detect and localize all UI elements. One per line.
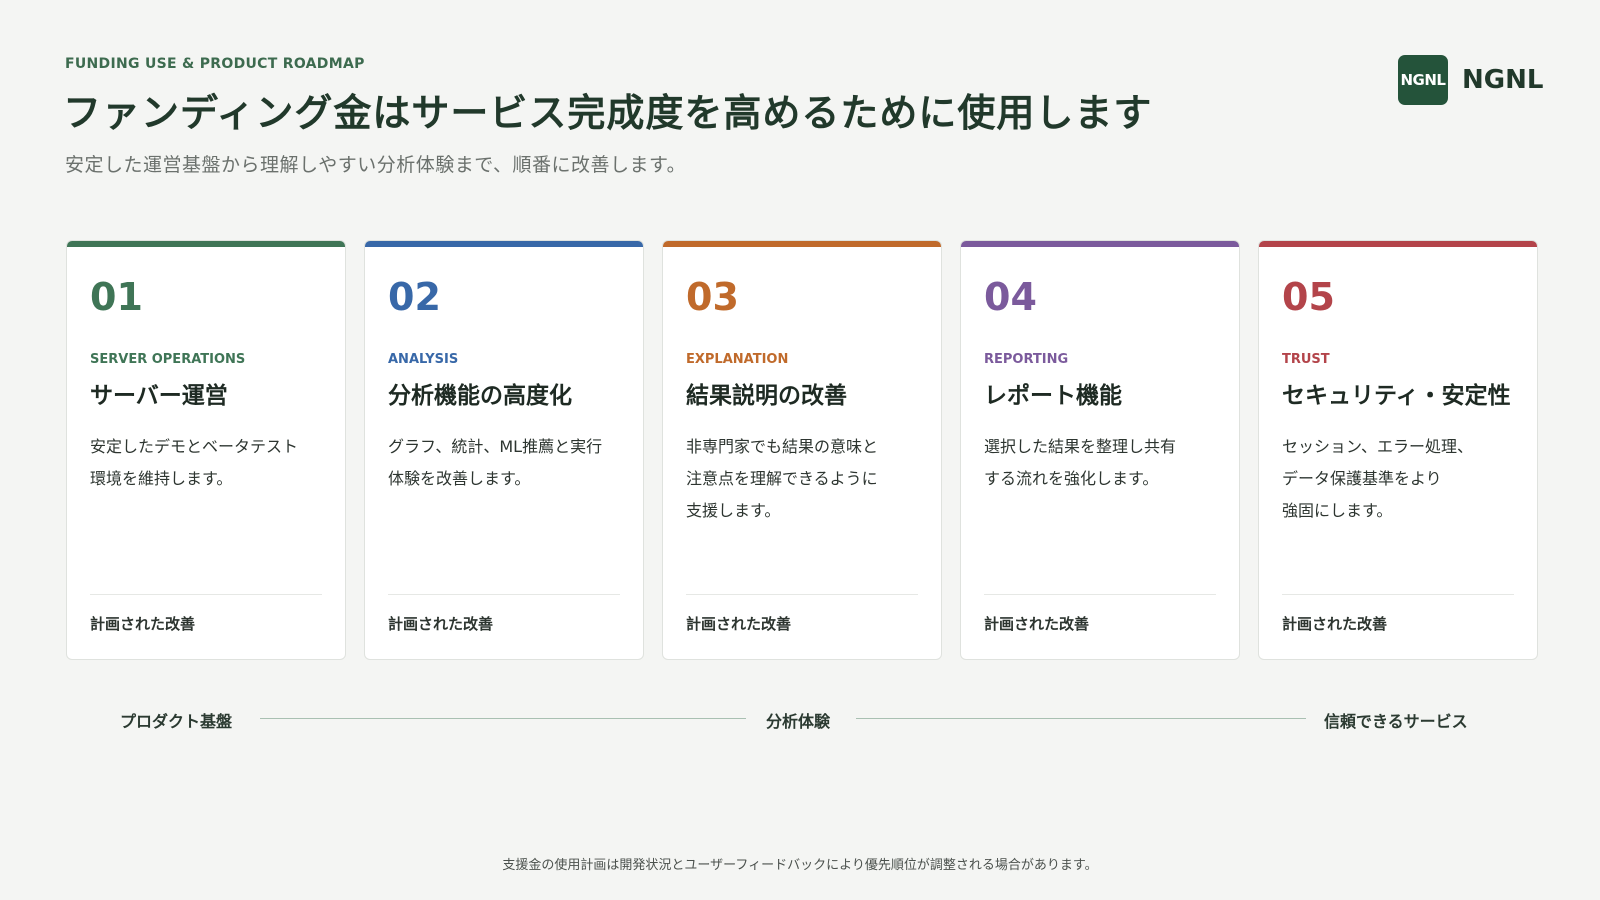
timeline-line bbox=[856, 718, 1306, 719]
card-description: 選択した結果を整理し共有 する流れを強化します。 bbox=[984, 431, 1224, 495]
footnote: 支援金の使用計画は開発状況とユーザーフィードバックにより優先順位が調整される場合… bbox=[502, 858, 1098, 873]
card-description-line: する流れを強化します。 bbox=[984, 469, 1159, 488]
card-description: 安定したデモとベータテスト 環境を維持します。 bbox=[90, 431, 330, 495]
card-status: 計画された改善 bbox=[388, 615, 494, 633]
card-description: 非専門家でも結果の意味と 注意点を理解できるように 支援します。 bbox=[686, 431, 926, 527]
roadmap-card-reporting: 04 REPORTING レポート機能 選択した結果を整理し共有 する流れを強化… bbox=[960, 240, 1240, 660]
brand-logo: NGNL NGNL bbox=[1398, 55, 1543, 105]
card-description-line: セッション、エラー処理、 bbox=[1282, 437, 1474, 456]
card-divider bbox=[686, 594, 918, 595]
card-divider bbox=[1282, 594, 1514, 595]
card-title: 結果説明の改善 bbox=[686, 383, 847, 409]
card-title: セキュリティ・安定性 bbox=[1282, 383, 1511, 409]
roadmap-card-explanation: 03 EXPLANATION 結果説明の改善 非専門家でも結果の意味と 注意点を… bbox=[662, 240, 942, 660]
roadmap-timeline: プロダクト基盤 分析体験 信頼できるサービス bbox=[0, 700, 1600, 736]
card-accent-bar bbox=[365, 241, 643, 247]
card-accent-bar bbox=[961, 241, 1239, 247]
roadmap-card-analysis: 02 ANALYSIS 分析機能の高度化 グラフ、統計、ML推薦と実行 体験を改… bbox=[364, 240, 644, 660]
page-subtitle: 安定した運営基盤から理解しやすい分析体験まで、順番に改善します。 bbox=[65, 154, 687, 176]
card-description-line: 支援します。 bbox=[686, 501, 781, 520]
card-title: レポート機能 bbox=[984, 383, 1122, 409]
card-number: 02 bbox=[388, 275, 441, 319]
logo-text: NGNL bbox=[1462, 65, 1544, 95]
card-divider bbox=[388, 594, 620, 595]
card-accent-bar bbox=[663, 241, 941, 247]
roadmap-card-server-operations: 01 SERVER OPERATIONS サーバー運営 安定したデモとベータテス… bbox=[66, 240, 346, 660]
card-divider bbox=[984, 594, 1216, 595]
card-accent-bar bbox=[1259, 241, 1537, 247]
card-description-line: グラフ、統計、ML推薦と実行 bbox=[388, 437, 603, 456]
card-number: 01 bbox=[90, 275, 143, 319]
card-number: 05 bbox=[1282, 275, 1335, 319]
kicker-label: FUNDING USE & PRODUCT ROADMAP bbox=[65, 56, 365, 72]
card-number: 04 bbox=[984, 275, 1037, 319]
card-tag: SERVER OPERATIONS bbox=[90, 352, 246, 367]
card-divider bbox=[90, 594, 322, 595]
card-description-line: データ保護基準をより bbox=[1282, 469, 1442, 488]
card-description-line: 環境を維持します。 bbox=[90, 469, 233, 488]
card-tag: TRUST bbox=[1282, 352, 1330, 367]
timeline-end-label: 信頼できるサービス bbox=[1324, 712, 1468, 731]
card-description-line: 安定したデモとベータテスト bbox=[90, 437, 299, 456]
card-status: 計画された改善 bbox=[984, 615, 1090, 633]
card-status: 計画された改善 bbox=[686, 615, 792, 633]
card-number: 03 bbox=[686, 275, 739, 319]
timeline-start-label: プロダクト基盤 bbox=[120, 712, 233, 731]
card-tag: ANALYSIS bbox=[388, 352, 459, 367]
card-description-line: 注意点を理解できるように bbox=[686, 469, 878, 488]
card-description-line: 体験を改善します。 bbox=[388, 469, 531, 488]
card-tag: REPORTING bbox=[984, 352, 1069, 367]
card-description-line: 選択した結果を整理し共有 bbox=[984, 437, 1177, 456]
card-status: 計画された改善 bbox=[1282, 615, 1388, 633]
roadmap-cards: 01 SERVER OPERATIONS サーバー運営 安定したデモとベータテス… bbox=[66, 240, 1538, 660]
card-tag: EXPLANATION bbox=[686, 352, 789, 367]
card-accent-bar bbox=[67, 241, 345, 247]
card-description-line: 強固にします。 bbox=[1282, 501, 1393, 520]
card-title: 分析機能の高度化 bbox=[388, 383, 572, 409]
timeline-line bbox=[260, 718, 746, 719]
card-status: 計画された改善 bbox=[90, 615, 196, 633]
card-description: グラフ、統計、ML推薦と実行 体験を改善します。 bbox=[388, 431, 628, 495]
logo-mark: NGNL bbox=[1398, 55, 1448, 105]
timeline-middle-label: 分析体験 bbox=[766, 712, 831, 731]
roadmap-card-trust: 05 TRUST セキュリティ・安定性 セッション、エラー処理、 データ保護基準… bbox=[1258, 240, 1538, 660]
card-description: セッション、エラー処理、 データ保護基準をより 強固にします。 bbox=[1282, 431, 1522, 527]
card-description-line: 非専門家でも結果の意味と bbox=[686, 437, 879, 456]
card-title: サーバー運営 bbox=[90, 383, 228, 409]
page-title: ファンディング金はサービス完成度を高めるために使用します bbox=[63, 91, 1153, 135]
